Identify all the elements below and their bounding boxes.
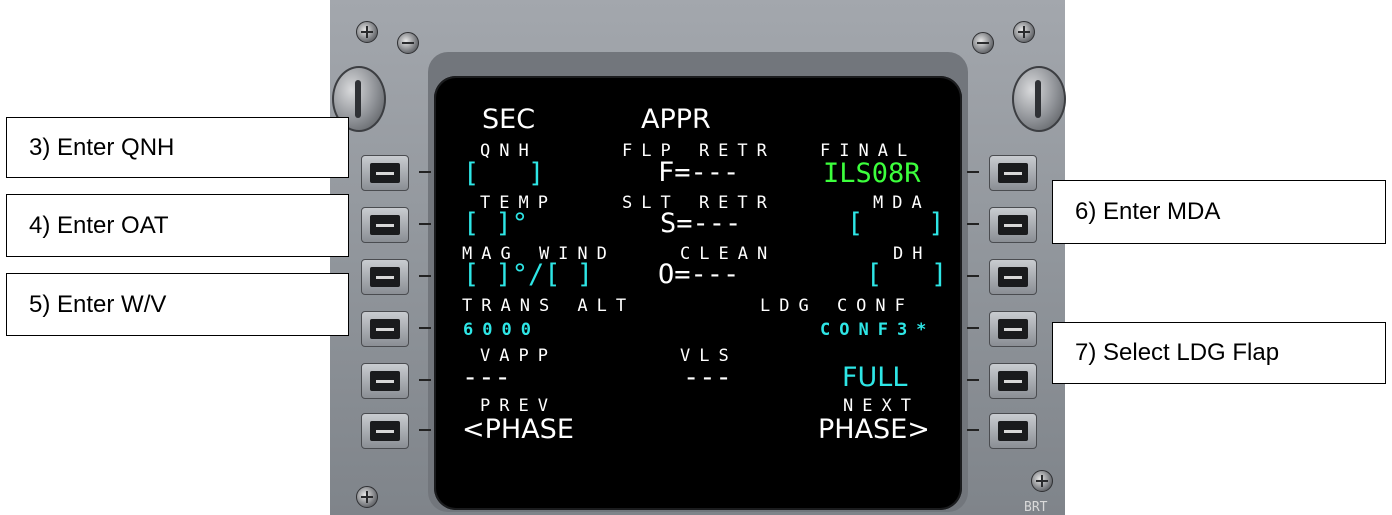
vls-value: ---: [683, 362, 732, 393]
lsk-6r-button[interactable]: [989, 413, 1037, 449]
page-title-appr: APPR: [641, 104, 711, 135]
tick-mark: [419, 223, 431, 225]
tick-mark: [419, 171, 431, 173]
dh-field[interactable]: [ ]: [866, 261, 947, 288]
flp-retr-value: F=---: [658, 157, 740, 188]
screw-icon: [356, 21, 378, 43]
lsk-face: [370, 319, 400, 339]
lsk-2r-button[interactable]: [989, 207, 1037, 243]
next-label: NEXT: [843, 396, 920, 416]
temp-field[interactable]: [ ]°: [463, 210, 528, 237]
screw-icon: [1013, 21, 1035, 43]
callout-enter-qnh: 3) Enter QNH: [6, 117, 349, 178]
lsk-1l-button[interactable]: [361, 155, 409, 191]
tick-mark: [967, 223, 979, 225]
callout-select-ldg-flap: 7) Select LDG Flap: [1052, 322, 1386, 384]
tick-mark: [967, 429, 979, 431]
callout-enter-oat: 4) Enter OAT: [6, 194, 349, 257]
lsk-face: [998, 215, 1028, 235]
prev-label: PREV: [480, 396, 557, 416]
lsk-5r-button[interactable]: [989, 363, 1037, 399]
lsk-face: [998, 163, 1028, 183]
screw-icon: [397, 32, 419, 54]
lsk-face: [370, 421, 400, 441]
lsk-face: [998, 319, 1028, 339]
ldg-conf-full-option[interactable]: FULL: [842, 364, 907, 391]
vapp-value[interactable]: ---: [462, 364, 511, 391]
screw-icon: [972, 32, 994, 54]
tick-mark: [419, 327, 431, 329]
callout-enter-mda: 6) Enter MDA: [1052, 180, 1386, 244]
callout-text: 4) Enter OAT: [29, 211, 169, 239]
lsk-face: [370, 163, 400, 183]
tick-mark: [419, 379, 431, 381]
prev-phase-link[interactable]: <PHASE: [462, 416, 574, 443]
qnh-field[interactable]: [ ]: [463, 160, 544, 187]
lsk-5l-button[interactable]: [361, 363, 409, 399]
page-title-sec: SEC: [482, 104, 536, 135]
tick-mark: [419, 275, 431, 277]
lsk-4l-button[interactable]: [361, 311, 409, 347]
tick-mark: [419, 429, 431, 431]
tick-mark: [967, 171, 979, 173]
brightness-label: BRT: [1024, 500, 1048, 515]
lsk-1r-button[interactable]: [989, 155, 1037, 191]
screw-icon: [1031, 470, 1053, 492]
callout-text: 5) Enter W/V: [29, 290, 167, 318]
lsk-face: [370, 267, 400, 287]
callout-text: 7) Select LDG Flap: [1075, 339, 1280, 366]
lsk-face: [370, 371, 400, 391]
next-phase-link[interactable]: PHASE>: [818, 416, 930, 443]
slt-retr-value: S=---: [660, 208, 742, 239]
callout-enter-wv: 5) Enter W/V: [6, 273, 349, 336]
brightness-knob-right[interactable]: [1012, 66, 1066, 132]
lsk-face: [998, 267, 1028, 287]
tick-mark: [967, 379, 979, 381]
trans-alt-value[interactable]: 6000: [463, 322, 540, 339]
mda-field[interactable]: [ ]: [847, 210, 945, 237]
lsk-face: [998, 371, 1028, 391]
lsk-4r-button[interactable]: [989, 311, 1037, 347]
lsk-2l-button[interactable]: [361, 207, 409, 243]
tick-mark: [967, 327, 979, 329]
ldg-conf-value[interactable]: CONF3*: [820, 322, 935, 339]
lsk-3r-button[interactable]: [989, 259, 1037, 295]
callout-text: 6) Enter MDA: [1075, 198, 1221, 225]
screw-icon: [356, 486, 378, 508]
mag-wind-field[interactable]: [ ]°/[ ]: [463, 261, 593, 288]
lsk-face: [998, 421, 1028, 441]
callout-text: 3) Enter QNH: [29, 133, 175, 161]
final-approach-value[interactable]: ILS08R: [823, 160, 921, 187]
trans-alt-label: TRANS ALT: [462, 296, 636, 316]
clean-value: O=---: [658, 259, 740, 290]
lsk-3l-button[interactable]: [361, 259, 409, 295]
tick-mark: [967, 275, 979, 277]
lsk-face: [370, 215, 400, 235]
ldg-conf-label: LDG CONF: [760, 296, 914, 316]
lsk-6l-button[interactable]: [361, 413, 409, 449]
